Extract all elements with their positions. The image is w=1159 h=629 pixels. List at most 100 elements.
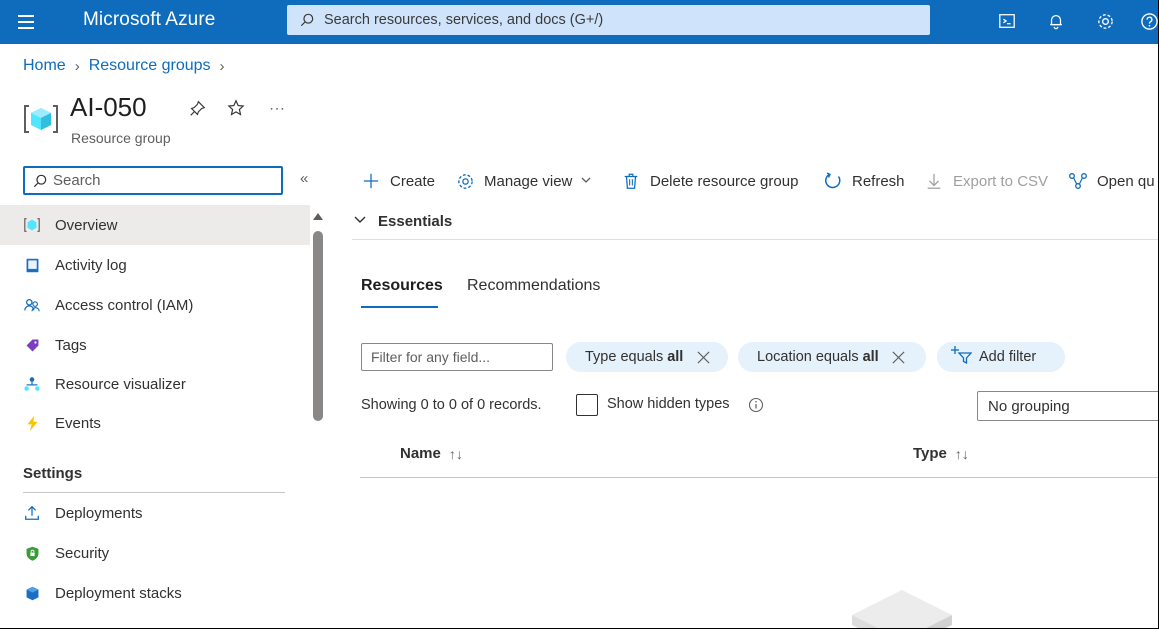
trash-icon bbox=[621, 171, 641, 191]
open-query-label: Open qu bbox=[1097, 172, 1155, 190]
chevron-right-icon: › bbox=[74, 57, 80, 75]
sidebar-item-label: Access control (IAM) bbox=[55, 296, 194, 314]
sidebar-item-access-control[interactable]: Access control (IAM) bbox=[0, 285, 310, 325]
search-icon bbox=[300, 13, 314, 27]
sidebar-item-deployment-stacks[interactable]: Deployment stacks bbox=[0, 573, 310, 613]
sidebar-item-security[interactable]: Security bbox=[0, 533, 310, 573]
sort-icon[interactable]: ↑↓ bbox=[955, 446, 969, 462]
scroll-up-arrow-icon[interactable] bbox=[313, 213, 323, 220]
lightning-icon bbox=[22, 413, 42, 433]
empty-state-cube-icon bbox=[852, 590, 952, 628]
people-icon bbox=[22, 295, 42, 315]
sidebar-item-label: Tags bbox=[55, 336, 87, 354]
delete-label: Delete resource group bbox=[650, 172, 799, 190]
breadcrumb-home[interactable]: Home bbox=[23, 57, 66, 75]
filter-field[interactable] bbox=[361, 343, 553, 371]
sidebar-item-events[interactable]: Events bbox=[0, 403, 310, 443]
brand-title[interactable]: Microsoft Azure bbox=[83, 9, 215, 31]
close-icon[interactable] bbox=[695, 349, 711, 365]
sidebar-item-label: Events bbox=[55, 414, 101, 432]
sidebar-item-label: Overview bbox=[55, 216, 118, 234]
column-header-type[interactable]: Type ↑↓ bbox=[913, 445, 969, 462]
filter-pill-key: Type equals bbox=[585, 349, 664, 365]
sidebar-item-label: Resource visualizer bbox=[55, 375, 186, 393]
activity-log-icon bbox=[22, 255, 42, 275]
tab-resources[interactable]: Resources bbox=[361, 277, 443, 295]
more-icon[interactable] bbox=[266, 97, 288, 119]
records-count: Showing 0 to 0 of 0 records. bbox=[361, 397, 542, 413]
close-icon[interactable] bbox=[891, 349, 907, 365]
column-header-name[interactable]: Name ↑↓ bbox=[400, 445, 463, 462]
bell-icon[interactable] bbox=[1045, 10, 1067, 32]
filter-pill-value: all bbox=[667, 349, 684, 365]
breadcrumb-resource-groups[interactable]: Resource groups bbox=[89, 57, 211, 75]
sidebar-item-tags[interactable]: Tags bbox=[0, 325, 310, 365]
shield-icon bbox=[22, 543, 42, 563]
sidebar-item-deployments[interactable]: Deployments bbox=[0, 493, 310, 533]
plus-icon bbox=[361, 171, 381, 191]
sidebar-item-label: Activity log bbox=[55, 256, 127, 274]
gear-icon[interactable] bbox=[1094, 10, 1116, 32]
azure-portal-page: Microsoft Azure Home › Resource groups ›… bbox=[0, 0, 1159, 629]
query-icon bbox=[1068, 171, 1088, 191]
manage-view-button[interactable]: Manage view bbox=[455, 168, 592, 194]
sidebar-scrollbar-thumb[interactable] bbox=[313, 231, 323, 421]
sidebar-item-overview[interactable]: Overview bbox=[0, 205, 310, 245]
essentials-divider bbox=[352, 239, 1158, 240]
pin-icon[interactable] bbox=[186, 97, 208, 119]
visualizer-icon bbox=[22, 374, 42, 394]
column-type-label: Type bbox=[913, 445, 947, 462]
cloud-shell-icon[interactable] bbox=[996, 10, 1018, 32]
refresh-icon bbox=[823, 171, 843, 191]
export-label: Export to CSV bbox=[953, 172, 1049, 190]
delete-resource-group-button[interactable]: Delete resource group bbox=[621, 168, 798, 194]
breadcrumb: Home › Resource groups › bbox=[23, 57, 225, 75]
sidebar-item-label: Deployments bbox=[55, 504, 143, 522]
sort-icon[interactable]: ↑↓ bbox=[449, 446, 463, 462]
export-csv-button[interactable]: Export to CSV bbox=[924, 168, 1048, 194]
help-icon[interactable] bbox=[1138, 10, 1158, 32]
resource-group-icon bbox=[24, 105, 58, 133]
filter-input[interactable] bbox=[362, 344, 552, 370]
resource-group-icon bbox=[22, 215, 42, 235]
sidebar-item-label: Deployment stacks bbox=[55, 584, 182, 602]
filter-pill-type[interactable]: Type equals all bbox=[566, 342, 728, 372]
refresh-button[interactable]: Refresh bbox=[823, 168, 905, 194]
grouping-dropdown[interactable]: No grouping bbox=[977, 391, 1158, 421]
column-name-label: Name bbox=[400, 445, 441, 462]
sidebar-item-activity-log[interactable]: Activity log bbox=[0, 245, 310, 285]
sidebar-section-settings: Settings bbox=[23, 465, 83, 482]
essentials-label: Essentials bbox=[378, 212, 453, 230]
sidebar-item-label: Security bbox=[55, 544, 110, 562]
add-filter-label: Add filter bbox=[979, 349, 1037, 365]
global-search-input[interactable] bbox=[324, 12, 884, 28]
create-button[interactable]: Create bbox=[361, 168, 435, 194]
sidebar-search[interactable] bbox=[23, 166, 283, 195]
manage-view-label: Manage view bbox=[484, 172, 573, 190]
filter-pill-value: all bbox=[862, 349, 879, 365]
chevron-right-icon: › bbox=[219, 57, 225, 75]
add-filter-icon bbox=[950, 345, 973, 369]
add-filter-button[interactable]: Add filter bbox=[937, 342, 1065, 372]
create-label: Create bbox=[390, 172, 436, 190]
global-search[interactable] bbox=[287, 5, 930, 35]
tab-recommendations[interactable]: Recommendations bbox=[467, 277, 600, 295]
page-subtitle: Resource group bbox=[71, 130, 171, 146]
search-icon bbox=[33, 174, 47, 187]
refresh-label: Refresh bbox=[852, 172, 905, 190]
hamburger-menu-icon[interactable] bbox=[18, 11, 40, 33]
collapse-sidebar-button[interactable]: « bbox=[300, 170, 308, 187]
essentials-toggle[interactable]: Essentials bbox=[353, 212, 452, 230]
open-query-button[interactable]: Open qu bbox=[1068, 168, 1155, 194]
show-hidden-types-checkbox[interactable] bbox=[576, 394, 598, 416]
sidebar-item-resource-visualizer[interactable]: Resource visualizer bbox=[0, 364, 310, 404]
active-tab-indicator bbox=[361, 306, 438, 308]
tag-icon bbox=[22, 335, 42, 355]
filter-pill-key: Location equals bbox=[757, 349, 859, 365]
filter-pill-location[interactable]: Location equals all bbox=[738, 342, 926, 372]
info-icon[interactable] bbox=[748, 397, 764, 413]
sidebar-search-input[interactable] bbox=[53, 172, 273, 189]
chevron-down-icon bbox=[580, 173, 592, 190]
upload-icon bbox=[22, 503, 42, 523]
star-icon[interactable] bbox=[225, 97, 247, 119]
